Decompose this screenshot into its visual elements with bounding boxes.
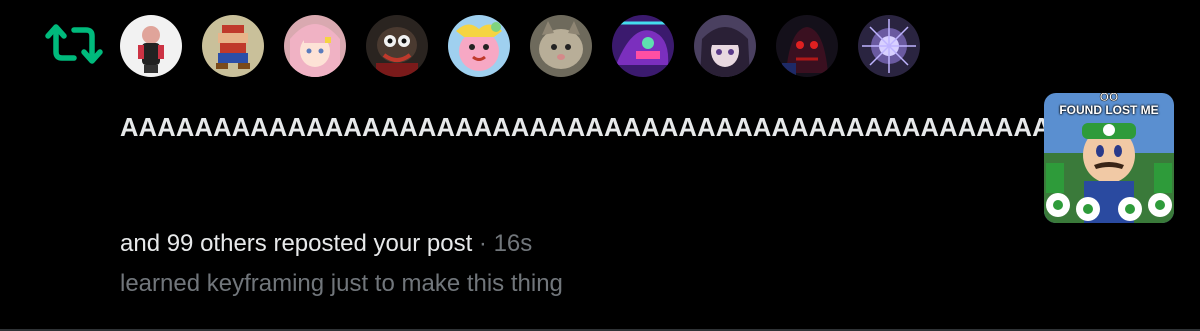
post-preview-text: learned keyframing just to make this thi… (120, 270, 563, 297)
reposted-post-text[interactable]: AAAAAAAAAAAAAAAAAAAAAAAAAAAAAAAAAAAAAAAA… (120, 108, 1069, 148)
avatar[interactable] (284, 15, 346, 77)
repost-notification[interactable]: AAAAAAAAAAAAAAAAAAAAAAAAAAAAAAAAAAAAAAAA… (0, 0, 1200, 331)
avatar[interactable] (366, 15, 428, 77)
avatar[interactable] (120, 15, 182, 77)
avatar[interactable] (858, 15, 920, 77)
avatar[interactable] (612, 15, 674, 77)
avatar[interactable] (448, 15, 510, 77)
avatar[interactable] (202, 15, 264, 77)
video-thumbnail-icon[interactable]: OO FOUND LOST ME (1044, 93, 1174, 223)
avatar[interactable] (694, 15, 756, 77)
timestamp: 16s (493, 230, 533, 257)
repost-icon (44, 22, 104, 66)
repost-summary: and 99 others reposted your post · 16s (120, 228, 532, 260)
avatar[interactable] (776, 15, 838, 77)
avatar[interactable] (530, 15, 592, 77)
thumbnail-caption: FOUND LOST ME (1059, 103, 1159, 117)
separator-dot: · (478, 230, 487, 257)
reposters-count-text[interactable]: and 99 others reposted your post (120, 230, 472, 257)
